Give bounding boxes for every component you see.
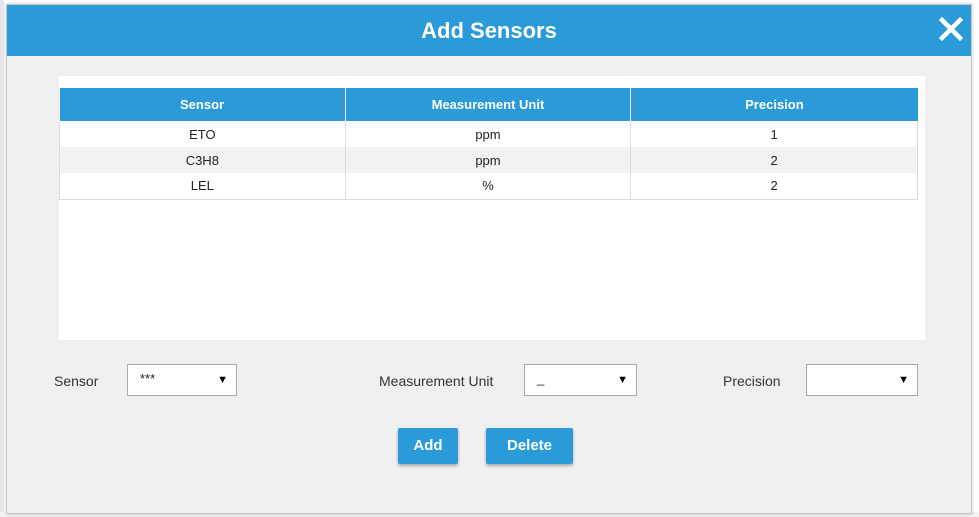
background-edge-left	[0, 0, 4, 517]
cell-unit: %	[345, 173, 632, 200]
cell-unit: ppm	[345, 121, 632, 147]
dropdown-arrow-icon: ▼	[217, 374, 228, 386]
cell-precision: 2	[630, 173, 918, 200]
cell-sensor: LEL	[59, 173, 346, 200]
cell-sensor: ETO	[59, 121, 346, 147]
cell-precision: 2	[630, 147, 918, 173]
dropdown-arrow-icon: ▼	[617, 374, 628, 386]
cell-unit: ppm	[345, 147, 632, 173]
add-sensors-dialog: Add Sensors Sensor Measurement Unit Prec…	[6, 4, 972, 514]
measurement-unit-select[interactable]: _ ▼	[524, 364, 637, 396]
sensor-table: Sensor Measurement Unit Precision ETO pp…	[59, 88, 918, 200]
dialog-title: Add Sensors	[421, 18, 557, 43]
sensor-table-panel: Sensor Measurement Unit Precision ETO pp…	[59, 76, 925, 340]
measurement-unit-label: Measurement Unit	[379, 373, 494, 389]
table-header-row: Sensor Measurement Unit Precision	[59, 88, 918, 121]
table-row[interactable]: ETO ppm 1	[59, 121, 918, 147]
sensor-select[interactable]: *** ▼	[127, 364, 237, 396]
column-header-precision[interactable]: Precision	[630, 88, 918, 121]
cell-precision: 1	[630, 121, 918, 147]
dropdown-arrow-icon: ▼	[898, 374, 909, 386]
sensor-label: Sensor	[54, 373, 99, 389]
table-row[interactable]: LEL % 2	[59, 173, 918, 200]
table-row[interactable]: C3H8 ppm 2	[59, 147, 918, 173]
cell-sensor: C3H8	[59, 147, 346, 173]
close-button[interactable]	[935, 13, 967, 45]
add-button[interactable]: Add	[398, 428, 458, 464]
column-header-measurement-unit[interactable]: Measurement Unit	[345, 88, 632, 121]
measurement-unit-select-value: _	[537, 371, 545, 386]
close-icon	[938, 16, 964, 42]
delete-button[interactable]: Delete	[486, 428, 573, 464]
sensor-select-value: ***	[140, 371, 156, 386]
dialog-titlebar: Add Sensors	[7, 5, 971, 56]
column-header-sensor[interactable]: Sensor	[59, 88, 346, 121]
precision-label: Precision	[723, 373, 781, 389]
precision-select[interactable]: ▼	[806, 364, 918, 396]
